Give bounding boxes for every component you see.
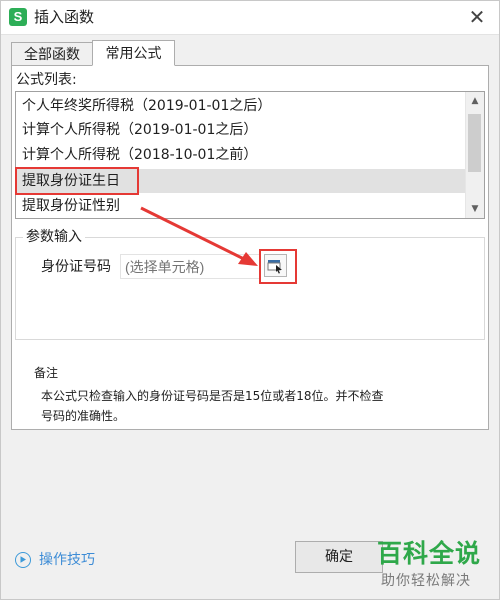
tips-link[interactable]: 操作技巧	[39, 550, 95, 570]
list-item-selected[interactable]: 提取身份证生日	[17, 169, 465, 193]
scroll-down-icon[interactable]: ▼	[466, 200, 484, 218]
list-item[interactable]: 计算个人所得税（2018-10-01之前）	[17, 143, 465, 167]
param-group-title: 参数输入	[23, 228, 85, 246]
param-input-group	[15, 237, 485, 340]
close-icon[interactable]: ✕	[465, 5, 489, 29]
formula-list-label: 公式列表:	[16, 72, 77, 88]
list-item[interactable]: 计算个人所得税（2019-01-01之后）	[17, 118, 465, 142]
notes-text: 本公式只检查输入的身份证号码是否是15位或者18位。并不检查号码的准确性。	[41, 389, 384, 423]
formula-list[interactable]: 个人年终奖所得税（2019-01-01之后） 计算个人所得税（2019-01-0…	[15, 91, 485, 219]
scroll-up-icon[interactable]: ▲	[466, 92, 484, 110]
cell-picker-icon	[267, 260, 282, 274]
tab-all-functions[interactable]: 全部函数	[11, 42, 92, 66]
wps-app-icon: S	[9, 8, 27, 26]
list-item[interactable]: 提取身份证性别	[17, 194, 465, 218]
scroll-thumb[interactable]	[468, 114, 481, 172]
notes-title: 备注	[34, 366, 59, 380]
ok-button[interactable]: 确定	[295, 541, 383, 573]
title-bar: S 插入函数 ✕	[1, 1, 499, 35]
cell-picker-button[interactable]	[264, 254, 287, 277]
insert-function-dialog: S 插入函数 ✕ 全部函数 常用公式 公式列表: 个人年终奖所得税（2019-0…	[0, 0, 500, 600]
watermark-title: 百科全说	[377, 539, 482, 568]
id-number-label: 身份证号码	[41, 259, 111, 275]
play-circle-icon[interactable]	[15, 552, 31, 568]
watermark-subtitle: 助你轻松解决	[381, 573, 471, 589]
list-item[interactable]: 个人年终奖所得税（2019-01-01之后）	[17, 94, 465, 118]
dialog-title: 插入函数	[34, 8, 95, 26]
tab-common-formulas[interactable]: 常用公式	[92, 40, 175, 66]
list-scrollbar[interactable]: ▲ ▼	[465, 92, 484, 218]
id-number-input[interactable]	[120, 254, 260, 279]
